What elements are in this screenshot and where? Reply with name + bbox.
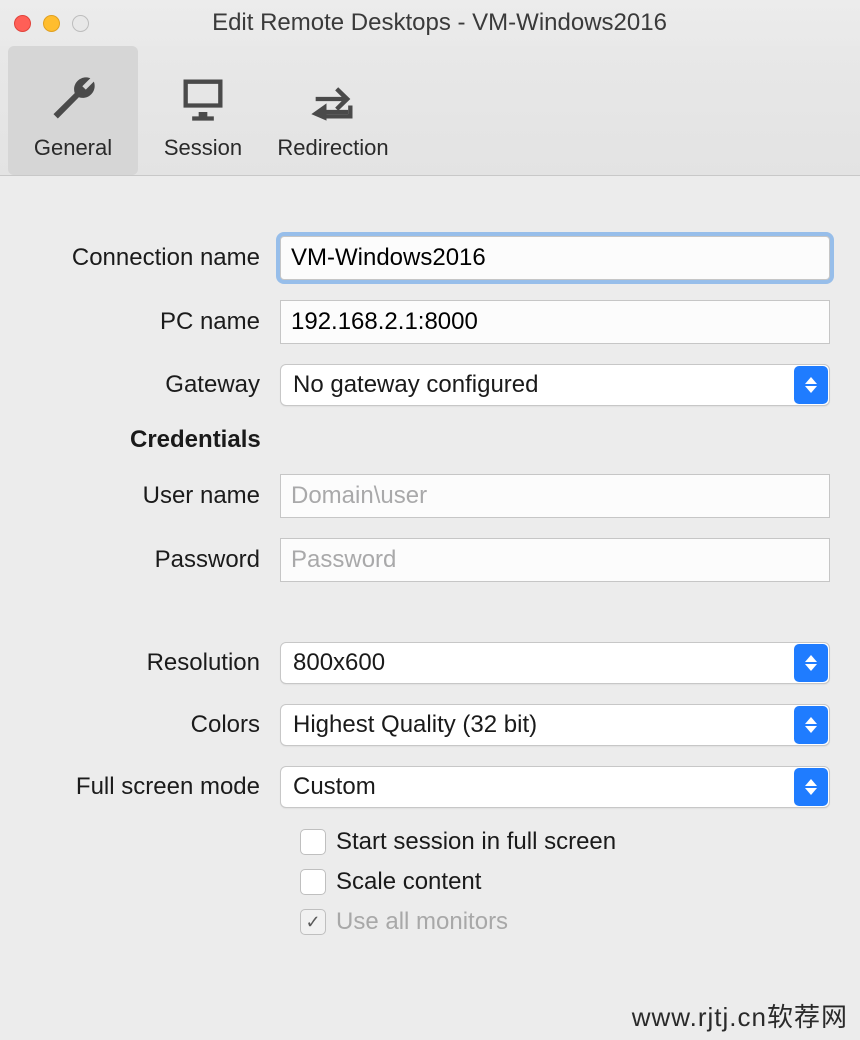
full-screen-mode-value: Custom — [293, 773, 376, 801]
tab-session[interactable]: Session — [138, 46, 268, 175]
start-full-screen-row[interactable]: Start session in full screen — [300, 828, 830, 856]
colors-label: Colors — [30, 711, 280, 739]
chevron-updown-icon — [794, 644, 828, 682]
credentials-heading: Credentials — [30, 426, 830, 454]
resolution-label: Resolution — [30, 649, 280, 677]
full-screen-mode-select[interactable]: Custom — [280, 766, 830, 808]
chevron-updown-icon — [794, 366, 828, 404]
tab-session-label: Session — [164, 135, 242, 161]
use-all-monitors-checkbox: ✓ — [300, 909, 326, 935]
traffic-lights — [14, 15, 89, 32]
maximize-window-button[interactable] — [72, 15, 89, 32]
connection-name-input[interactable] — [280, 236, 830, 280]
user-name-label: User name — [30, 482, 280, 510]
minimize-window-button[interactable] — [43, 15, 60, 32]
user-name-input[interactable] — [280, 474, 830, 518]
scale-content-row[interactable]: Scale content — [300, 868, 830, 896]
colors-value: Highest Quality (32 bit) — [293, 711, 537, 739]
start-full-screen-label: Start session in full screen — [336, 828, 616, 856]
colors-select[interactable]: Highest Quality (32 bit) — [280, 704, 830, 746]
resolution-value: 800x600 — [293, 649, 385, 677]
use-all-monitors-label: Use all monitors — [336, 908, 508, 936]
password-label: Password — [30, 546, 280, 574]
connection-name-label: Connection name — [30, 244, 280, 272]
monitor-icon — [177, 73, 229, 125]
start-full-screen-checkbox[interactable] — [300, 829, 326, 855]
general-form: Connection name PC name Gateway No gatew… — [0, 176, 860, 936]
use-all-monitors-row: ✓ Use all monitors — [300, 908, 830, 936]
tab-redirection[interactable]: Redirection — [268, 46, 398, 175]
gateway-label: Gateway — [30, 371, 280, 399]
gateway-value: No gateway configured — [293, 371, 538, 399]
scale-content-checkbox[interactable] — [300, 869, 326, 895]
redirection-icon — [307, 73, 359, 125]
tab-redirection-label: Redirection — [277, 135, 388, 161]
wrench-icon — [47, 73, 99, 125]
window-title: Edit Remote Desktops - VM-Windows2016 — [89, 9, 790, 37]
watermark-text: www.rjtj.cn软荐网 — [632, 997, 848, 1034]
chevron-updown-icon — [794, 768, 828, 806]
pc-name-input[interactable] — [280, 300, 830, 344]
pc-name-label: PC name — [30, 308, 280, 336]
toolbar: General Session Redirection — [0, 46, 860, 176]
tab-general-label: General — [34, 135, 112, 161]
chevron-updown-icon — [794, 706, 828, 744]
titlebar: Edit Remote Desktops - VM-Windows2016 — [0, 0, 860, 46]
password-input[interactable] — [280, 538, 830, 582]
full-screen-mode-label: Full screen mode — [30, 773, 280, 801]
resolution-select[interactable]: 800x600 — [280, 642, 830, 684]
tab-general[interactable]: General — [8, 46, 138, 175]
scale-content-label: Scale content — [336, 868, 481, 896]
close-window-button[interactable] — [14, 15, 31, 32]
gateway-select[interactable]: No gateway configured — [280, 364, 830, 406]
